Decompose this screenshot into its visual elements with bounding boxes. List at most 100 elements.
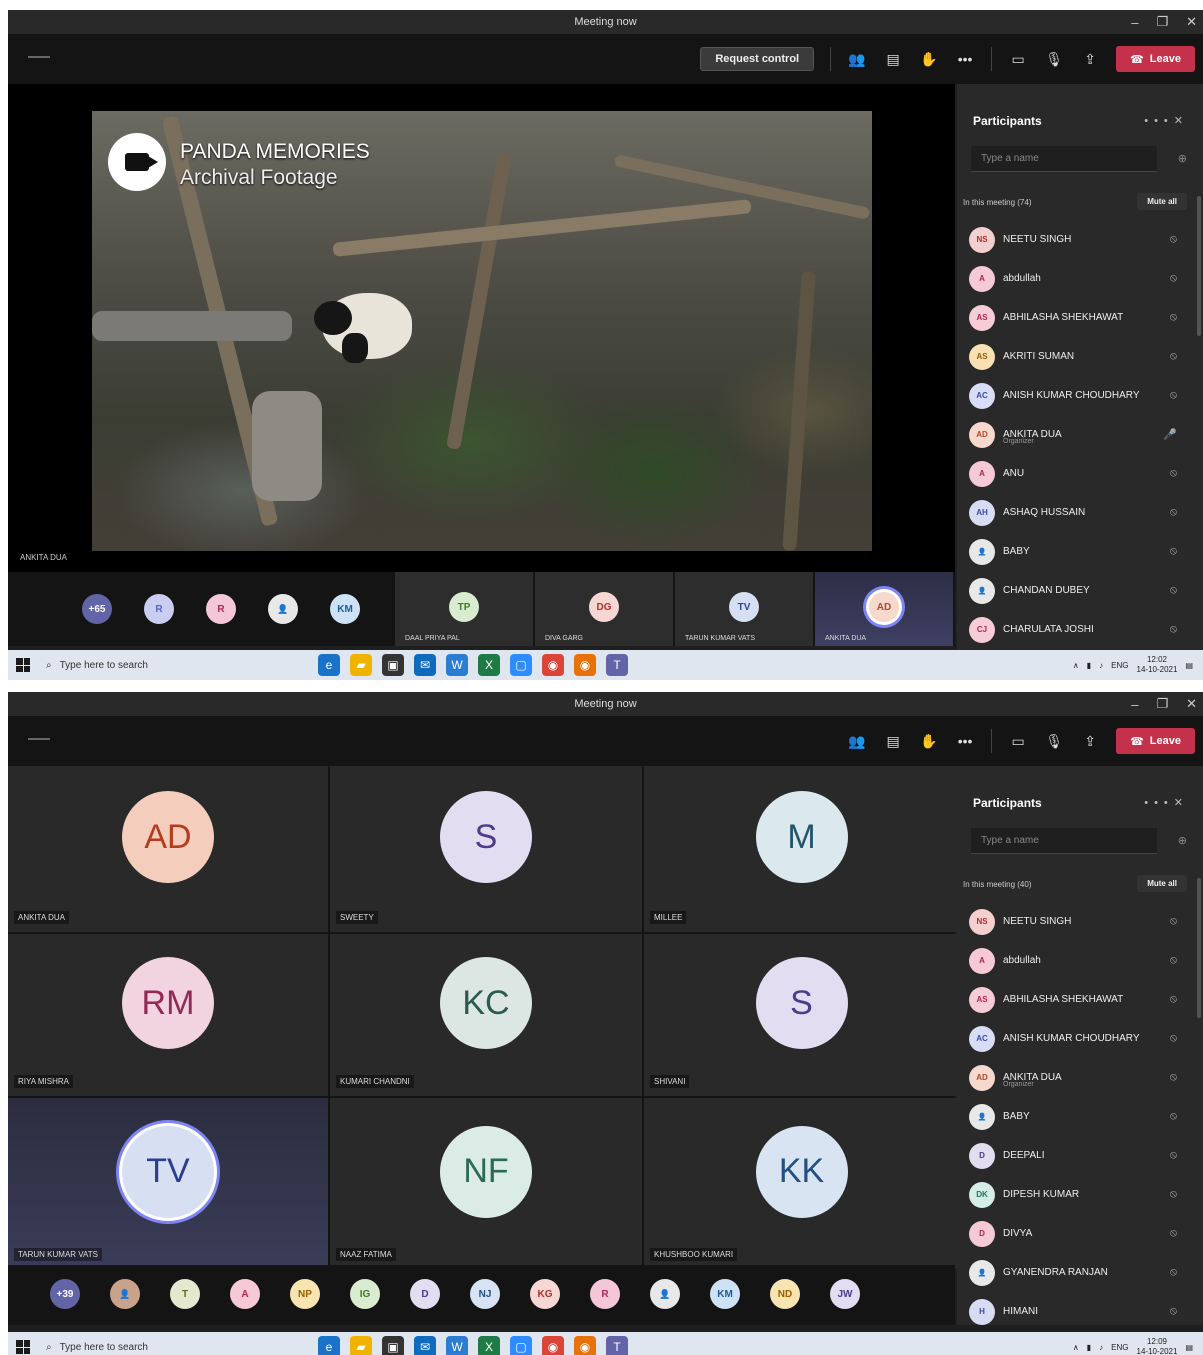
taskbar-search[interactable]: ⌕ Type here to search (46, 653, 296, 677)
mic-muted-icon[interactable]: ⦸ (1170, 1188, 1177, 1201)
participant-row[interactable]: NS NEETU SINGH ⦸ (969, 220, 1183, 259)
mic-muted-icon[interactable]: ⦸ (1170, 1149, 1177, 1162)
overflow-count[interactable]: +39 (50, 1279, 80, 1309)
chrome-icon[interactable]: ◉ (574, 654, 596, 676)
minimize-icon[interactable]: – (1131, 697, 1138, 712)
mic-muted-icon[interactable]: 🎙 (1044, 49, 1064, 69)
mic-muted-icon[interactable]: ⦸ (1170, 915, 1177, 928)
participant-tile[interactable]: DG DIVA GARG (535, 572, 673, 646)
participant-row[interactable]: CJ CHARULATA JOSHI ⦸ (969, 610, 1183, 649)
participants-icon[interactable]: 👥 (847, 49, 867, 69)
mute-all-button[interactable]: Mute all (1137, 193, 1187, 210)
zoom-icon[interactable]: ▢ (510, 654, 532, 676)
participant-avatar[interactable]: R (590, 1279, 620, 1309)
mic-muted-icon[interactable]: ⦸ (1170, 311, 1177, 324)
teams-icon[interactable]: T (606, 1336, 628, 1355)
more-icon[interactable]: ••• (1144, 115, 1174, 127)
zoom-icon[interactable]: ▢ (510, 1336, 532, 1355)
participant-row[interactable]: AC ANISH KUMAR CHOUDHARY ⦸ (969, 1019, 1183, 1058)
windows-start-icon[interactable] (16, 1340, 30, 1354)
participant-row[interactable]: Aabdullah ⦸ (969, 259, 1183, 298)
chrome-icon[interactable]: ◉ (542, 654, 564, 676)
raise-hand-icon[interactable]: ✋ (919, 731, 939, 751)
mic-icon[interactable]: 🎤 (1163, 428, 1177, 441)
chat-icon[interactable]: ▤ (883, 49, 903, 69)
teams-icon[interactable]: T (606, 654, 628, 676)
participant-row[interactable]: 👤 CHANDAN DUBEY ⦸ (969, 571, 1183, 610)
mic-muted-icon[interactable]: ⦸ (1170, 1071, 1177, 1084)
more-actions-icon[interactable]: ••• (955, 49, 975, 69)
participant-tile[interactable]: TP DAAL PRIYA PAL (395, 572, 533, 646)
raise-hand-icon[interactable]: ✋ (919, 49, 939, 69)
notification-icon[interactable]: ▤ (1185, 1343, 1193, 1352)
camera-off-icon[interactable]: ▭ (1008, 731, 1028, 751)
participant-search-input[interactable] (971, 146, 1157, 172)
store-icon[interactable]: ▣ (382, 654, 404, 676)
mic-muted-icon[interactable]: ⦸ (1170, 623, 1177, 636)
chrome-icon[interactable]: ◉ (574, 1336, 596, 1355)
participant-row[interactable]: D DIVYA ⦸ (969, 1214, 1183, 1253)
participant-avatar[interactable]: ND (770, 1279, 800, 1309)
restore-icon[interactable]: ❐ (1156, 696, 1168, 712)
participant-row[interactable]: H HIMANI ⦸ (969, 1292, 1183, 1331)
participants-icon[interactable]: 👥 (847, 731, 867, 751)
mic-muted-icon[interactable]: ⦸ (1170, 1032, 1177, 1045)
word-icon[interactable]: W (446, 654, 468, 676)
network-icon[interactable]: ▮ (1087, 661, 1091, 670)
participant-row[interactable]: 👤 GYANENDRA RANJAN ⦸ (969, 1253, 1183, 1292)
clock[interactable]: 12:09 14-10-2021 (1137, 1337, 1178, 1355)
participant-avatar[interactable]: NP (290, 1279, 320, 1309)
more-icon[interactable]: ••• (1144, 797, 1174, 809)
mic-muted-icon[interactable]: ⦸ (1170, 272, 1177, 285)
mic-muted-icon[interactable]: 🎙 (1044, 731, 1064, 751)
mic-muted-icon[interactable]: ⦸ (1170, 389, 1177, 402)
share-screen-icon[interactable]: ⇪ (1080, 731, 1100, 751)
leave-button[interactable]: ☎ Leave (1116, 728, 1195, 754)
participant-row[interactable]: AS AKRITI SUMAN ⦸ (969, 337, 1183, 376)
windows-start-icon[interactable] (16, 658, 30, 672)
close-icon[interactable]: ✕ (1186, 696, 1197, 712)
mic-muted-icon[interactable]: ⦸ (1170, 467, 1177, 480)
shared-video[interactable]: PANDA MEMORIES Archival Footage (92, 111, 872, 551)
mail-icon[interactable]: ✉ (414, 1336, 436, 1355)
participant-avatar[interactable]: IG (350, 1279, 380, 1309)
participant-avatar[interactable]: R (144, 594, 174, 624)
request-control-button[interactable]: Request control (700, 47, 815, 71)
participant-avatar[interactable]: 👤 (650, 1279, 680, 1309)
participant-avatar[interactable]: KG (530, 1279, 560, 1309)
overflow-count[interactable]: +65 (82, 594, 112, 624)
video-tile[interactable]: RM RIYA MISHRA (8, 934, 328, 1096)
mic-muted-icon[interactable]: ⦸ (1170, 1227, 1177, 1240)
chat-icon[interactable]: ▤ (883, 731, 903, 751)
participant-row[interactable]: Aabdullah ⦸ (969, 941, 1183, 980)
minimize-icon[interactable]: – (1131, 15, 1138, 30)
volume-icon[interactable]: ♪ (1099, 661, 1103, 670)
store-icon[interactable]: ▣ (382, 1336, 404, 1355)
participant-row[interactable]: 👤 BABY ⦸ (969, 532, 1183, 571)
participant-tile[interactable]: TV TARUN KUMAR VATS (675, 572, 813, 646)
video-tile[interactable]: KK KHUSHBOO KUMARI (644, 1098, 959, 1269)
participant-avatar[interactable]: 👤 (110, 1279, 140, 1309)
clock[interactable]: 12:02 14-10-2021 (1137, 655, 1178, 675)
mic-muted-icon[interactable]: ⦸ (1170, 350, 1177, 363)
close-panel-icon[interactable]: ✕ (1174, 115, 1189, 127)
mic-muted-icon[interactable]: ⦸ (1170, 545, 1177, 558)
camera-off-icon[interactable]: ▭ (1008, 49, 1028, 69)
participant-row[interactable]: AC ANISH KUMAR CHOUDHARY ⦸ (969, 376, 1183, 415)
mail-icon[interactable]: ✉ (414, 654, 436, 676)
edge-icon[interactable]: e (318, 654, 340, 676)
close-icon[interactable]: ✕ (1186, 14, 1197, 30)
mic-muted-icon[interactable]: ⦸ (1170, 1266, 1177, 1279)
mic-muted-icon[interactable]: ⦸ (1170, 1110, 1177, 1123)
language-indicator[interactable]: ENG (1111, 661, 1128, 670)
network-icon[interactable]: ▮ (1087, 1343, 1091, 1352)
participant-avatar[interactable]: A (230, 1279, 260, 1309)
participant-tile-speaking[interactable]: AD ANKITA DUA (815, 572, 953, 646)
participant-search-input[interactable] (971, 828, 1157, 854)
excel-icon[interactable]: X (478, 1336, 500, 1355)
section-header[interactable]: In this meeting (74) Mute all (963, 193, 1187, 210)
restore-icon[interactable]: ❐ (1156, 14, 1168, 30)
participant-avatar[interactable]: R (206, 594, 236, 624)
chevron-up-icon[interactable]: ∧ (1073, 661, 1079, 670)
chevron-up-icon[interactable]: ∧ (1073, 1343, 1079, 1352)
